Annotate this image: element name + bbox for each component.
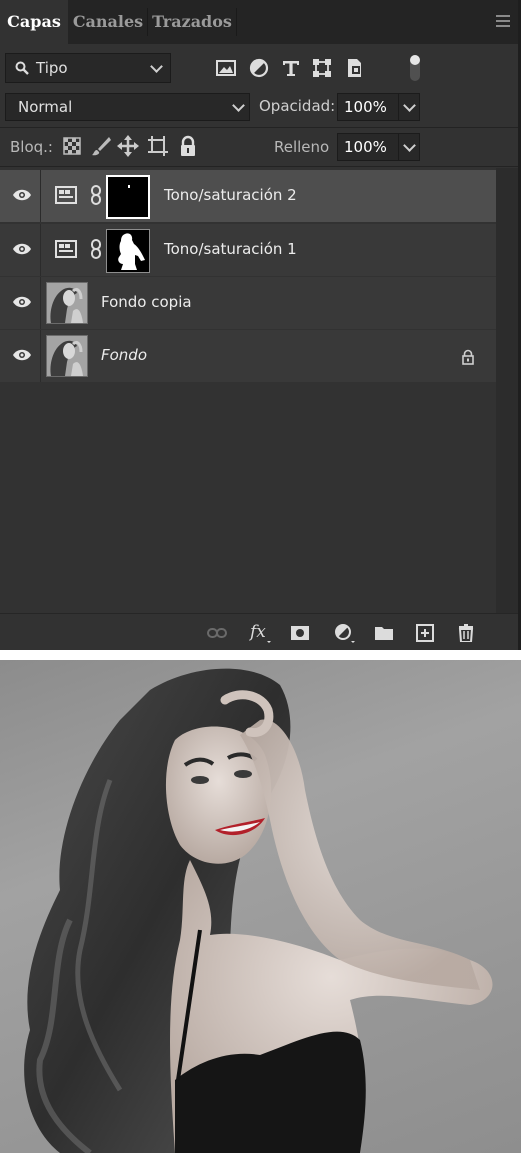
- chevron-down-icon: [403, 139, 416, 152]
- visibility-gutter: [40, 277, 41, 329]
- opacity-label: Opacidad:: [259, 97, 336, 115]
- adjustment-layer-icon[interactable]: [333, 622, 357, 644]
- fill-dropdown[interactable]: [398, 134, 419, 160]
- blend-mode-label: Normal: [18, 98, 73, 116]
- mask-link-icon[interactable]: [90, 238, 102, 260]
- panel-menu-icon[interactable]: [496, 15, 510, 27]
- layer-row[interactable]: Tono/saturación 2: [0, 170, 496, 222]
- type-filter-icon[interactable]: [280, 57, 302, 79]
- filter-kind-label: Tipo: [36, 59, 68, 77]
- svg-text:fx: fx: [249, 622, 266, 642]
- search-icon: [15, 61, 29, 75]
- opacity-value: 100%: [344, 98, 387, 116]
- layer-mask-thumbnail[interactable]: [106, 229, 150, 273]
- layers-panel: Capas Canales Trazados Tipo Normal Opaci…: [0, 0, 521, 650]
- add-mask-icon[interactable]: [290, 624, 310, 642]
- canvas-photo: [0, 660, 521, 1153]
- mask-link-icon[interactable]: [90, 184, 102, 206]
- visibility-gutter: [40, 170, 41, 222]
- lock-transparent-icon[interactable]: [61, 135, 83, 157]
- new-layer-icon[interactable]: [415, 624, 435, 642]
- group-folder-icon[interactable]: [374, 624, 394, 642]
- layer-row[interactable]: Tono/saturación 1: [0, 224, 496, 276]
- opacity-dropdown[interactable]: [398, 94, 419, 120]
- tab-trazados[interactable]: Trazados: [148, 0, 236, 44]
- layer-name[interactable]: Tono/saturación 2: [164, 186, 297, 204]
- lock-label: Bloq.:: [10, 138, 53, 156]
- filter-toggle[interactable]: [410, 55, 420, 81]
- chevron-down-icon: [150, 60, 163, 73]
- visibility-eye-icon[interactable]: [12, 348, 32, 362]
- lock-image-icon[interactable]: [90, 135, 112, 157]
- hue-saturation-adjustment-icon: [55, 240, 77, 258]
- tab-canales[interactable]: Canales: [69, 0, 147, 44]
- visibility-gutter: [40, 330, 41, 382]
- lock-all-icon[interactable]: [177, 135, 199, 157]
- layers-list: Tono/saturación 2 Tono/saturación 1 Fond…: [0, 168, 496, 382]
- tab-divider: [236, 8, 237, 36]
- layer-row[interactable]: Fondo: [0, 330, 496, 382]
- fill-field[interactable]: 100%: [337, 133, 420, 161]
- layer-thumbnail[interactable]: [46, 282, 88, 324]
- lock-artboard-icon[interactable]: [147, 135, 169, 157]
- portrait-photo: [24, 668, 493, 1153]
- layer-name[interactable]: Fondo copia: [101, 293, 192, 311]
- fill-label: Relleno: [274, 138, 330, 156]
- layer-name[interactable]: Tono/saturación 1: [164, 240, 297, 258]
- chevron-down-icon: [232, 99, 245, 112]
- filter-kind-select[interactable]: Tipo: [5, 53, 171, 83]
- tab-bar: Capas Canales Trazados: [0, 0, 518, 44]
- visibility-eye-icon[interactable]: [12, 242, 32, 256]
- chevron-down-icon: [403, 99, 416, 112]
- layers-scrollbar[interactable]: [496, 168, 518, 613]
- tab-capas[interactable]: Capas: [0, 0, 68, 44]
- layer-thumbnail[interactable]: [46, 335, 88, 377]
- lock-position-icon[interactable]: [117, 135, 139, 157]
- fx-icon[interactable]: fx: [249, 622, 273, 644]
- divider: [0, 166, 518, 167]
- layer-row[interactable]: Fondo copia: [0, 277, 496, 329]
- pixel-filter-icon[interactable]: [215, 57, 237, 79]
- layer-name[interactable]: Fondo: [101, 346, 147, 364]
- delete-icon[interactable]: [456, 624, 476, 642]
- divider: [0, 127, 518, 128]
- panel-footer: fx: [0, 613, 518, 650]
- hue-saturation-adjustment-icon: [55, 186, 77, 204]
- fill-value: 100%: [344, 138, 387, 156]
- opacity-field[interactable]: 100%: [337, 93, 420, 121]
- blend-mode-select[interactable]: Normal: [5, 93, 250, 121]
- shape-filter-icon[interactable]: [311, 57, 333, 79]
- visibility-eye-icon[interactable]: [12, 188, 32, 202]
- layer-lock-icon[interactable]: [461, 349, 475, 365]
- link-layers-icon[interactable]: [207, 624, 227, 642]
- layer-mask-thumbnail[interactable]: [106, 175, 150, 219]
- visibility-gutter: [40, 224, 41, 276]
- adjustment-filter-icon[interactable]: [248, 57, 270, 79]
- smart-object-filter-icon[interactable]: [344, 57, 366, 79]
- visibility-eye-icon[interactable]: [12, 295, 32, 309]
